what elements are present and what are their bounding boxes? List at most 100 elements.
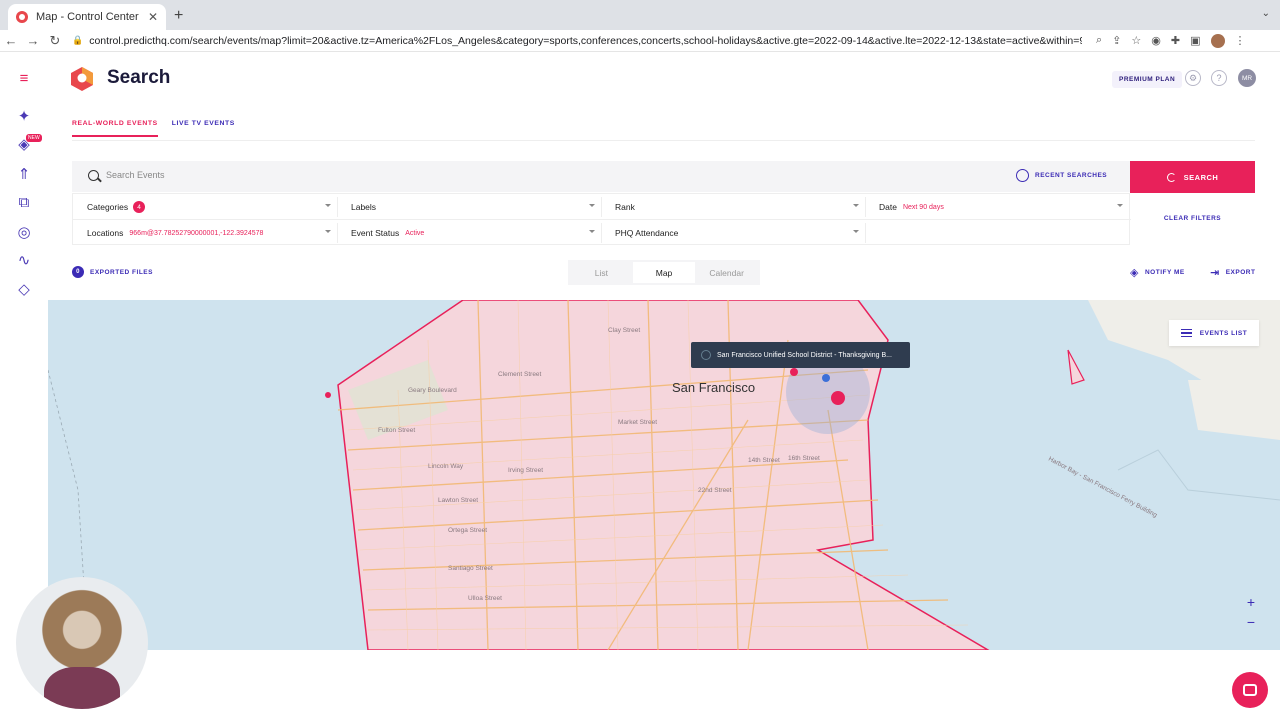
locations-filter[interactable]: Locations 966m@37.78252790000001,-122.39…	[87, 220, 337, 246]
events-map[interactable]: Clay Street Clement Street Geary Boulevard…	[48, 300, 1280, 650]
search-button[interactable]: SEARCH	[1130, 161, 1255, 193]
url-text: control.predicthq.com/search/events/map?…	[89, 34, 1082, 47]
clear-filters-button[interactable]: CLEAR FILTERS	[1130, 193, 1255, 243]
browser-menu-icon[interactable]: ⋮	[1235, 34, 1246, 47]
view-calendar[interactable]: Calendar	[695, 262, 758, 283]
tooltip-text: San Francisco Unified School District - …	[717, 351, 892, 359]
profile-avatar[interactable]	[1210, 33, 1225, 48]
date-filter[interactable]: Date Next 90 days	[879, 194, 1129, 220]
phq-attendance-label: PHQ Attendance	[615, 228, 679, 238]
view-map[interactable]: Map	[632, 262, 696, 283]
chevron-down-icon	[589, 230, 595, 233]
rank-filter[interactable]: Rank	[615, 194, 865, 220]
street-label: Irving Street	[508, 467, 543, 474]
extensions-icon[interactable]: ✚	[1171, 34, 1180, 47]
explore-icon[interactable]: ✦	[14, 106, 34, 126]
chevron-down-icon	[325, 204, 331, 207]
street-label: Market Street	[618, 419, 657, 426]
phq-attendance-filter[interactable]: PHQ Attendance	[615, 220, 865, 246]
browser-tab[interactable]: Map - Control Center ✕	[8, 4, 166, 30]
date-value: Next 90 days	[902, 203, 944, 211]
export-label: EXPORT	[1225, 269, 1256, 276]
filter-divider	[601, 197, 602, 217]
city-label: San Francisco	[672, 380, 756, 395]
notify-me-button[interactable]: ◈ NOTIFY ME	[1130, 266, 1185, 279]
street-label: Fulton Street	[378, 427, 415, 434]
street-label: Harbor Bay - San Francisco Ferry Buildin…	[1047, 456, 1158, 520]
labels-label: Labels	[351, 202, 377, 212]
event-status-value: Active	[405, 229, 425, 237]
exported-files-button[interactable]: 0 EXPORTED FILES	[72, 266, 153, 278]
street-label: Geary Boulevard	[408, 387, 457, 394]
labels-filter[interactable]: Labels	[351, 194, 601, 220]
analytics-icon[interactable]: ∿	[14, 250, 34, 270]
chevron-down-icon	[325, 230, 331, 233]
help-icon[interactable]: ?	[1211, 70, 1227, 86]
export-button[interactable]: ⇥ EXPORT	[1210, 266, 1255, 279]
event-tooltip[interactable]: San Francisco Unified School District - …	[691, 342, 910, 368]
reload-icon[interactable]: ↻	[44, 33, 66, 49]
street-label: Ulloa Street	[468, 595, 502, 602]
tab-live-tv-events[interactable]: LIVE TV EVENTS	[172, 120, 235, 137]
page-title: Search	[107, 67, 171, 88]
search-bar: Search Events RECENT SEARCHES	[72, 161, 1130, 192]
locations-label: Locations	[87, 228, 124, 238]
api-icon[interactable]: ◇	[14, 279, 34, 299]
user-avatar[interactable]: MR	[1238, 69, 1256, 87]
chevron-down-icon	[853, 230, 859, 233]
back-icon[interactable]: ←	[0, 33, 22, 48]
bookmark-star-icon[interactable]: ☆	[1131, 34, 1141, 47]
categories-filter[interactable]: Categories 4	[87, 194, 337, 220]
forward-icon[interactable]: →	[22, 33, 44, 48]
zoom-in-button[interactable]: +	[1241, 592, 1261, 612]
recent-searches-button[interactable]: RECENT SEARCHES	[1016, 169, 1107, 182]
target-icon[interactable]: ◎	[14, 222, 34, 242]
new-tab-button[interactable]: +	[174, 7, 183, 25]
webcam-person	[44, 667, 120, 709]
date-label: Date	[879, 202, 897, 212]
tabs-divider	[72, 140, 1255, 141]
settings-gear-icon[interactable]: ⚙	[1185, 70, 1201, 86]
street-label: Santiago Street	[448, 565, 493, 572]
filter-divider	[865, 197, 866, 217]
event-status-filter[interactable]: Event Status Active	[351, 220, 601, 246]
tab-search-icon[interactable]: ⌄	[1262, 8, 1270, 19]
loading-spinner-icon	[1166, 172, 1176, 182]
event-type-tabs: REAL-WORLD EVENTS LIVE TV EVENTS	[72, 120, 235, 137]
export-nav-icon[interactable]: ⧉	[14, 192, 34, 212]
predicthq-logo-icon	[71, 67, 93, 91]
locations-value: 966m@37.78252790000001,-122.3924578	[129, 229, 264, 237]
rank-label: Rank	[615, 202, 635, 212]
events-list-label: EVENTS LIST	[1199, 329, 1248, 337]
hamburger-menu-icon[interactable]: ≡	[14, 68, 34, 88]
zoom-out-button[interactable]: −	[1241, 612, 1261, 632]
tab-real-world-events[interactable]: REAL-WORLD EVENTS	[72, 120, 158, 137]
map-canvas[interactable]: Clay Street Clement Street Geary Boulevard…	[48, 300, 1280, 650]
sidebar-icon[interactable]: ▣	[1190, 34, 1200, 47]
new-badge: NEW	[26, 134, 42, 142]
rank-icon[interactable]: ⇑	[14, 164, 34, 184]
camera-icon[interactable]: ◉	[1151, 34, 1161, 47]
filter-divider	[337, 223, 338, 243]
exported-files-label: EXPORTED FILES	[90, 268, 153, 276]
tab-title: Map - Control Center	[36, 11, 139, 23]
events-list-button[interactable]: EVENTS LIST	[1169, 320, 1259, 346]
street-label: Lincoln Way	[428, 463, 464, 470]
exported-count-badge: 0	[72, 266, 84, 278]
street-label: Clay Street	[608, 327, 640, 334]
address-bar: ← → ↻ 🔒 control.predicthq.com/search/eve…	[0, 30, 1280, 52]
url-field[interactable]: 🔒 control.predicthq.com/search/events/ma…	[72, 35, 1082, 47]
search-input[interactable]: Search Events	[106, 170, 165, 180]
view-list[interactable]: List	[570, 262, 633, 283]
chat-support-button[interactable]	[1232, 672, 1268, 708]
tab-close-icon[interactable]: ✕	[148, 10, 158, 24]
premium-plan-badge[interactable]: PREMIUM PLAN	[1112, 71, 1183, 88]
list-icon	[1180, 329, 1192, 337]
share-icon[interactable]: ⇪	[1112, 34, 1121, 47]
favicon-icon	[16, 11, 28, 23]
clock-icon	[1016, 169, 1029, 182]
zoom-icon[interactable]: ⌕	[1096, 34, 1102, 47]
street-label: Lawton Street	[438, 497, 478, 504]
filter-divider	[337, 197, 338, 217]
browser-tabbar: Map - Control Center ✕ + ⌄	[0, 0, 1280, 30]
